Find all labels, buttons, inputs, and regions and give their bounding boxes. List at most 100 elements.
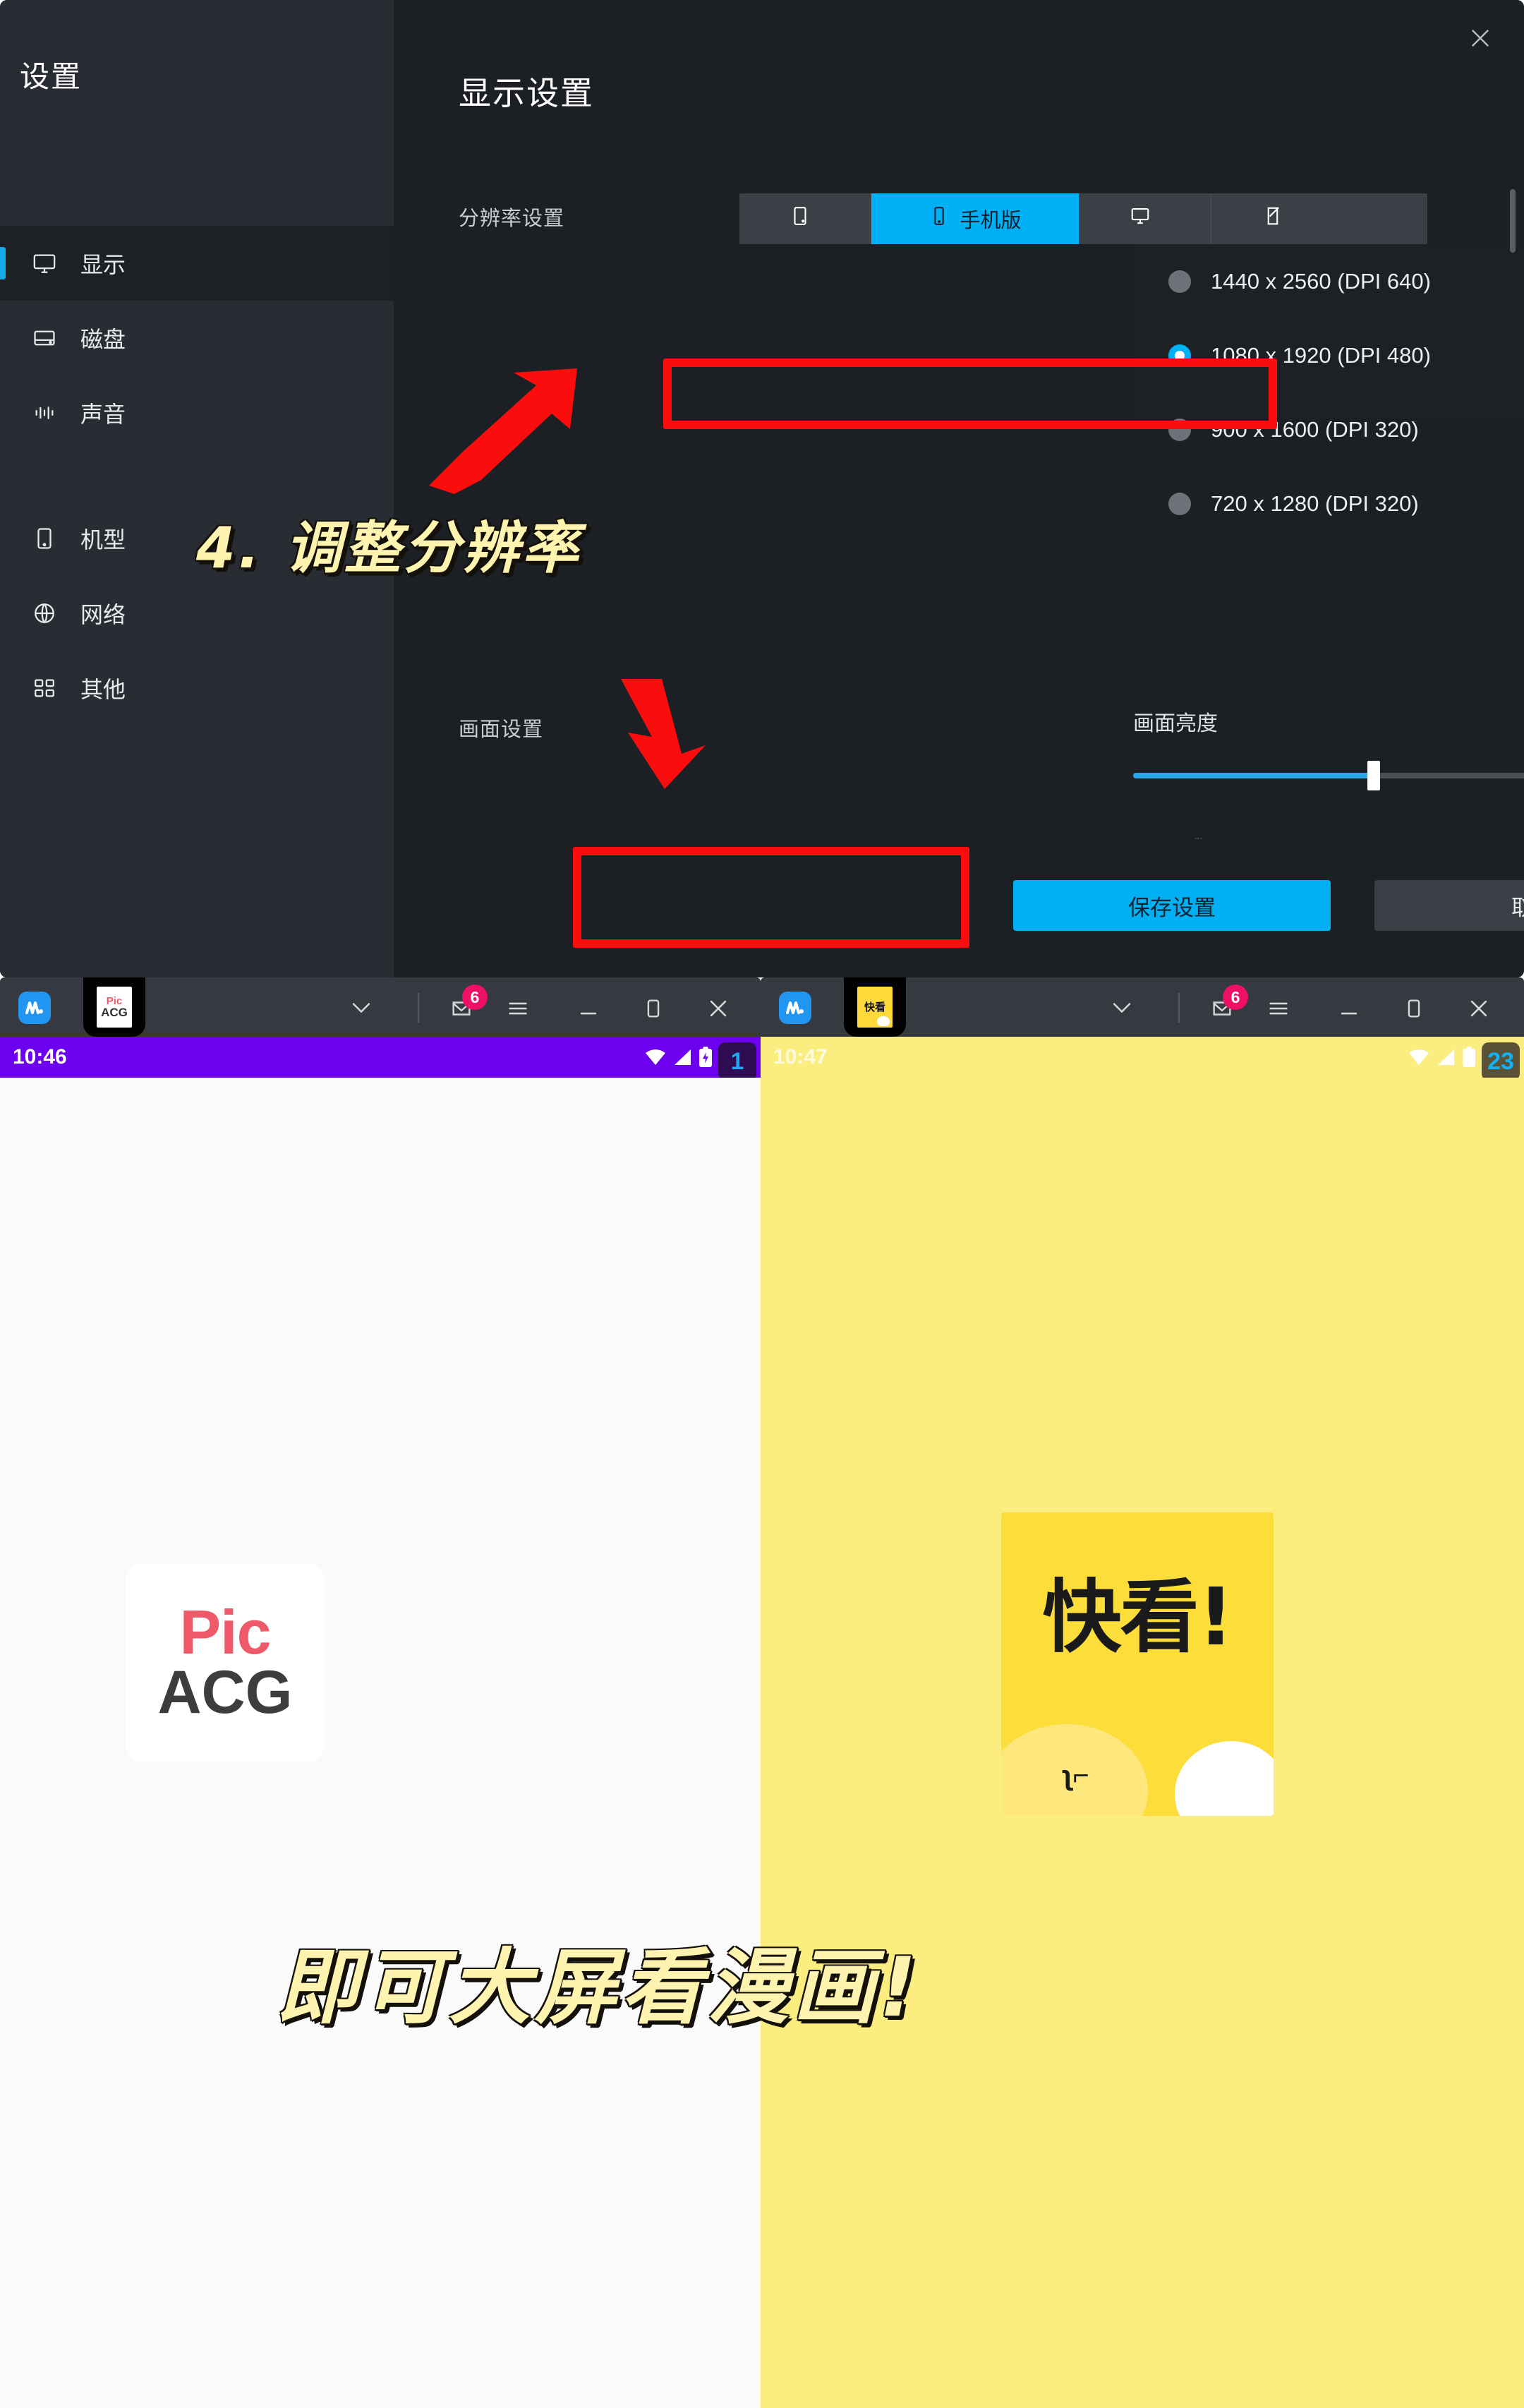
radio-unchecked-icon xyxy=(1168,418,1191,441)
settings-sidebar: 设置 显示 磁盘 声音 机型 网络 其他 xyxy=(0,0,394,977)
sidebar-item-other[interactable]: 其他 xyxy=(0,651,394,726)
sidebar-item-device-model[interactable]: 机型 xyxy=(0,501,394,576)
tablet-icon xyxy=(790,204,811,234)
screen-section-label: 画面设置 xyxy=(459,718,544,741)
page-title: 显示设置 xyxy=(459,75,594,112)
resolution-option-1440x2560[interactable]: 1440 x 2560 (DPI 640) xyxy=(1133,244,1524,318)
resolution-option-1080x1920[interactable]: 1080 x 1920 (DPI 480) xyxy=(1133,318,1524,392)
sidebar-item-display[interactable]: 显示 xyxy=(0,226,394,301)
sidebar-item-label: 显示 xyxy=(80,252,126,277)
picacg-logo-line2: ACG xyxy=(157,1658,293,1726)
sidebar-item-label: 网络 xyxy=(80,602,126,627)
tab-monitor[interactable] xyxy=(1080,193,1211,244)
chevron-down-icon[interactable] xyxy=(346,996,377,1020)
sound-icon xyxy=(28,397,61,429)
brightness-label: 画面亮度 xyxy=(1133,712,1218,735)
tab-custom[interactable] xyxy=(1211,193,1343,244)
chevron-down-icon[interactable] xyxy=(1106,996,1137,1020)
sidebar-nav: 显示 磁盘 声音 机型 网络 其他 xyxy=(0,226,394,726)
emulator-screen-content: Pic ACG xyxy=(0,1078,761,2408)
titlebar-divider xyxy=(1178,993,1180,1023)
tab-label: 手机版 xyxy=(960,210,1022,232)
sidebar-item-label: 磁盘 xyxy=(80,327,126,352)
menu-icon[interactable] xyxy=(502,993,533,1024)
titlebar-divider xyxy=(418,993,419,1023)
cancel-button[interactable]: 取消 xyxy=(1374,880,1524,931)
mail-badge: 6 xyxy=(462,985,488,1010)
emulator-app-tab[interactable]: Pic ACG xyxy=(83,977,145,1037)
signal-icon xyxy=(1436,1048,1456,1066)
close-icon[interactable] xyxy=(703,993,734,1024)
brightness-slider[interactable] xyxy=(1133,761,1524,790)
settings-window: 设置 显示 磁盘 声音 机型 网络 其他 显示设置 分辨率设置 手机版 1440… xyxy=(0,0,1524,977)
tab-tablet[interactable] xyxy=(739,193,871,244)
custom-edit-icon xyxy=(1262,204,1283,234)
radio-checked-icon xyxy=(1168,344,1191,367)
sidebar-item-network[interactable]: 网络 xyxy=(0,576,394,651)
phone-icon xyxy=(929,204,950,234)
slider-thumb[interactable] xyxy=(1367,761,1380,790)
mumu-logo-icon xyxy=(779,992,811,1024)
radio-unchecked-icon xyxy=(1168,492,1191,515)
globe-icon xyxy=(28,597,61,630)
panel-scrollbar-thumb[interactable] xyxy=(1510,189,1516,253)
tab-phone[interactable]: 手机版 xyxy=(871,193,1080,244)
grid-icon xyxy=(28,672,61,704)
sidebar-divider-gap xyxy=(0,450,394,501)
display-settings-panel: 显示设置 分辨率设置 手机版 1440 x 2560 (DPI 640) 108… xyxy=(394,0,1524,977)
phone-icon xyxy=(28,522,61,555)
close-icon[interactable] xyxy=(1463,993,1494,1024)
resolution-option-720x1280[interactable]: 720 x 1280 (DPI 320) xyxy=(1133,466,1524,541)
resolution-label: 1080 x 1920 (DPI 480) xyxy=(1211,342,1431,368)
slider-fill xyxy=(1133,773,1374,778)
kuaikan-face-decor: ʅ⌐ xyxy=(1063,1760,1089,1791)
status-time: 10:47 xyxy=(773,1045,828,1068)
picacg-app-logo: Pic ACG xyxy=(126,1563,325,1762)
resolution-label: 720 x 1280 (DPI 320) xyxy=(1211,490,1419,516)
android-status-bar: 10:47 23 xyxy=(761,1037,1524,1080)
battery-charging-icon xyxy=(698,1047,713,1068)
sidebar-item-sound[interactable]: 声音 xyxy=(0,375,394,450)
sidebar-item-disk[interactable]: 磁盘 xyxy=(0,301,394,375)
kuaikan-logo-text: 快看! xyxy=(1042,1572,1233,1663)
emulator-window-kuaikan: 快看 6 10:47 23 快看! ʅ⌐ xyxy=(761,977,1524,2408)
resolution-label: 900 x 1600 (DPI 320) xyxy=(1211,416,1419,442)
status-time: 10:46 xyxy=(13,1045,67,1068)
sidebar-item-label: 机型 xyxy=(80,527,126,553)
minimize-icon[interactable] xyxy=(1334,993,1365,1024)
radio-unchecked-icon xyxy=(1168,270,1191,293)
emulator-index-badge: 1 xyxy=(718,1042,756,1080)
kuaikan-tab-thumbnail: 快看 xyxy=(857,987,893,1028)
signal-icon xyxy=(672,1048,692,1066)
resolution-preset-tabs: 手机版 xyxy=(739,193,1427,244)
status-icons xyxy=(1408,1047,1476,1068)
mumu-logo-icon xyxy=(18,992,51,1024)
mail-badge: 6 xyxy=(1223,985,1248,1010)
sidebar-item-label: 声音 xyxy=(80,402,126,427)
status-icons xyxy=(645,1047,713,1068)
save-button[interactable]: 保存设置 xyxy=(1013,880,1331,931)
picacg-logo-line1: Pic xyxy=(179,1597,271,1668)
minimize-icon[interactable] xyxy=(573,993,604,1024)
screenshot-root: 设置 显示 磁盘 声音 机型 网络 其他 显示设置 分辨率设置 手机版 1440… xyxy=(0,0,1524,2408)
maximize-icon[interactable] xyxy=(638,993,669,1024)
emulator-window-picacg: Pic ACG 6 10:46 1 Pic ACG xyxy=(0,977,761,2408)
maximize-icon[interactable] xyxy=(1398,993,1429,1024)
sidebar-title: 设置 xyxy=(20,60,83,93)
wifi-icon xyxy=(1408,1048,1429,1066)
monitor-icon xyxy=(1130,204,1151,234)
emulator-titlebar: 快看 6 xyxy=(761,977,1524,1037)
kuaikan-decor-blob-right xyxy=(1175,1741,1274,1816)
kuaikan-app-logo: 快看! ʅ⌐ xyxy=(1001,1512,1274,1816)
emulator-screen-content: 快看! ʅ⌐ xyxy=(761,1078,1524,2408)
emulator-index-badge: 23 xyxy=(1482,1042,1520,1080)
menu-icon[interactable] xyxy=(1263,993,1294,1024)
close-dialog-button[interactable] xyxy=(1458,16,1503,61)
monitor-icon xyxy=(28,247,61,279)
resolution-label: 1440 x 2560 (DPI 640) xyxy=(1211,268,1431,294)
battery-icon xyxy=(1462,1047,1476,1068)
resolution-option-900x1600[interactable]: 900 x 1600 (DPI 320) xyxy=(1133,392,1524,466)
clipped-text: ··· xyxy=(1195,834,1202,841)
panel-scrollbar-track[interactable] xyxy=(1510,183,1516,953)
emulator-app-tab[interactable]: 快看 xyxy=(844,977,906,1037)
